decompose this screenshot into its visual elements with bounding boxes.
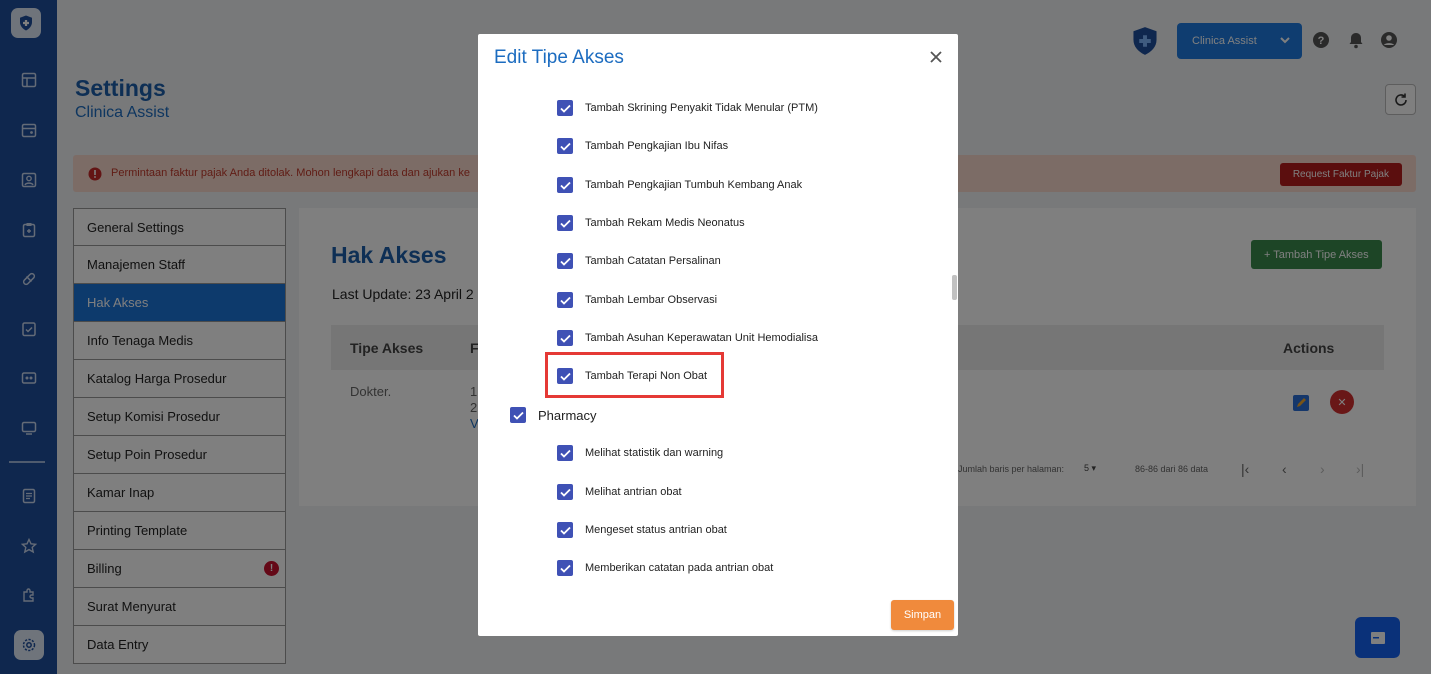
permission-item[interactable]: Melihat antrian obat bbox=[557, 484, 682, 500]
permission-label: Tambah Asuhan Keperawatan Unit Hemodiali… bbox=[585, 332, 818, 344]
permission-label: Tambah Pengkajian Tumbuh Kembang Anak bbox=[585, 179, 803, 191]
permission-label: Melihat statistik dan warning bbox=[585, 447, 724, 459]
permission-item[interactable]: Tambah Skrining Penyakit Tidak Menular (… bbox=[557, 100, 818, 116]
modal-scrollbar[interactable] bbox=[952, 275, 957, 300]
permission-item[interactable]: Melihat statistik dan warning bbox=[557, 445, 723, 461]
checkbox-checked[interactable] bbox=[557, 215, 573, 231]
checkbox-checked[interactable] bbox=[557, 445, 573, 461]
save-button[interactable]: Simpan bbox=[891, 600, 954, 630]
edit-access-type-modal: Edit Tipe Akses Tambah Skrining Penyakit… bbox=[478, 34, 958, 636]
checkbox-checked[interactable] bbox=[557, 484, 573, 500]
permission-item[interactable]: Tambah Pengkajian Tumbuh Kembang Anak bbox=[557, 177, 802, 193]
permission-label: Melihat antrian obat bbox=[585, 486, 682, 498]
checkbox-checked[interactable] bbox=[557, 560, 573, 576]
permission-label: Tambah Pengkajian Ibu Nifas bbox=[585, 140, 729, 152]
permission-item[interactable]: Tambah Lembar Observasi bbox=[557, 292, 717, 308]
permission-item[interactable]: Tambah Asuhan Keperawatan Unit Hemodiali… bbox=[557, 330, 818, 346]
permission-item[interactable]: Mengeset status antrian obat bbox=[557, 522, 727, 538]
permission-item[interactable]: Memberikan catatan pada antrian obat bbox=[557, 560, 773, 576]
modal-title: Edit Tipe Akses bbox=[494, 47, 624, 68]
highlight-box bbox=[545, 352, 724, 398]
checkbox-checked[interactable] bbox=[557, 522, 573, 538]
permission-label: Tambah Catatan Persalinan bbox=[585, 255, 721, 267]
checkbox-checked[interactable] bbox=[557, 177, 573, 193]
checkbox-checked[interactable] bbox=[510, 407, 526, 423]
permission-group-pharmacy[interactable]: Pharmacy bbox=[510, 407, 597, 423]
checkbox-checked[interactable] bbox=[557, 330, 573, 346]
permission-label: Tambah Lembar Observasi bbox=[585, 294, 718, 306]
permission-label: Tambah Skrining Penyakit Tidak Menular (… bbox=[585, 102, 818, 114]
permission-group-label: Pharmacy bbox=[538, 407, 597, 423]
checkbox-checked[interactable] bbox=[557, 100, 573, 116]
permission-label: Tambah Rekam Medis Neonatus bbox=[585, 217, 745, 229]
checkbox-checked[interactable] bbox=[557, 138, 573, 154]
permission-label: Mengeset status antrian obat bbox=[585, 524, 727, 536]
permission-label: Memberikan catatan pada antrian obat bbox=[585, 562, 774, 574]
permission-item[interactable]: Tambah Pengkajian Ibu Nifas bbox=[557, 138, 728, 154]
close-icon[interactable] bbox=[928, 49, 944, 65]
permissions-list[interactable]: Tambah Skrining Penyakit Tidak Menular (… bbox=[478, 90, 958, 590]
checkbox-checked[interactable] bbox=[557, 253, 573, 269]
checkbox-checked[interactable] bbox=[557, 292, 573, 308]
permission-item[interactable]: Tambah Rekam Medis Neonatus bbox=[557, 215, 745, 231]
permission-item[interactable]: Tambah Catatan Persalinan bbox=[557, 253, 721, 269]
